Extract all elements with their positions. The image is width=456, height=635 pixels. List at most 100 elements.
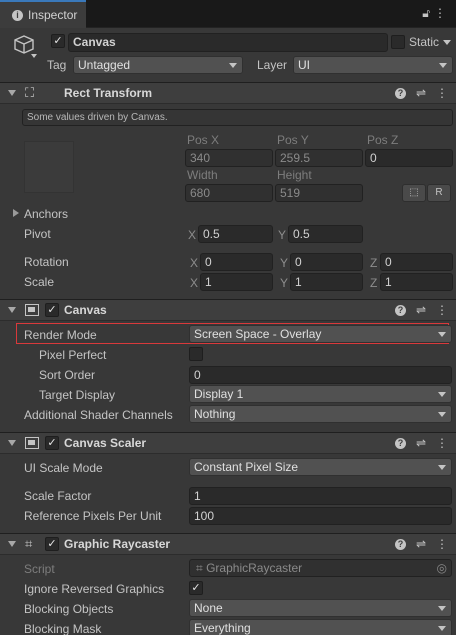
rot-x-label: X bbox=[190, 256, 199, 270]
kebab-menu-icon[interactable]: ⋮ bbox=[434, 6, 450, 20]
shader-channels-dropdown[interactable]: Nothing bbox=[189, 405, 452, 423]
scale-x-field[interactable]: 1 bbox=[200, 273, 273, 291]
graphic-raycaster-header[interactable]: ⌗ ✓ Graphic Raycaster ? ⇌ ⋮ bbox=[0, 533, 456, 555]
rect-transform-header[interactable]: ⛶ Rect Transform ? ⇌ ⋮ bbox=[0, 82, 456, 104]
rot-z-field[interactable]: 0 bbox=[380, 253, 453, 271]
inspector-tab[interactable]: i Inspector bbox=[0, 0, 86, 28]
script-field[interactable]: ⌗ GraphicRaycaster ◎ bbox=[189, 559, 452, 577]
blocking-mask-label: Blocking Mask bbox=[24, 622, 102, 635]
pivot-label: Pivot bbox=[24, 227, 51, 241]
scale-x-label: X bbox=[190, 276, 199, 290]
blueprint-icon: ⬚ bbox=[409, 187, 419, 198]
ignore-reversed-checkbox[interactable]: ✓ bbox=[189, 581, 203, 595]
component-title: Canvas bbox=[64, 303, 107, 317]
canvas-scaler-header[interactable]: ✓ Canvas Scaler ? ⇌ ⋮ bbox=[0, 432, 456, 454]
height-field: 519 bbox=[275, 184, 363, 202]
rot-x-field[interactable]: 0 bbox=[200, 253, 273, 271]
inspector-tab-label: Inspector bbox=[28, 8, 78, 22]
static-label: Static bbox=[409, 35, 440, 49]
active-checkbox[interactable]: ✓ bbox=[51, 34, 65, 48]
presets-icon[interactable]: ⇌ bbox=[416, 86, 426, 100]
pixel-perfect-label: Pixel Perfect bbox=[39, 348, 107, 362]
ignore-reversed-label: Ignore Reversed Graphics bbox=[24, 582, 165, 596]
lock-icon[interactable]: 🔓︎ bbox=[422, 6, 434, 20]
raycaster-enabled-checkbox[interactable]: ✓ bbox=[45, 537, 59, 551]
pivot-x-label: X bbox=[188, 228, 197, 242]
rot-z-label: Z bbox=[370, 256, 378, 270]
kebab-menu-icon[interactable]: ⋮ bbox=[436, 86, 448, 100]
ref-ppu-field[interactable]: 100 bbox=[189, 507, 452, 525]
inspector-tab-bar: i Inspector 🔓︎⋮ bbox=[0, 0, 456, 28]
blueprint-mode-button[interactable]: ⬚ bbox=[402, 184, 426, 202]
sort-order-field[interactable]: 0 bbox=[189, 366, 452, 384]
gameobject-icon-dropdown[interactable] bbox=[31, 54, 37, 58]
presets-icon[interactable]: ⇌ bbox=[416, 537, 426, 551]
collapse-arrow-icon[interactable] bbox=[8, 307, 16, 313]
target-display-dropdown[interactable]: Display 1 bbox=[189, 385, 452, 403]
kebab-menu-icon[interactable]: ⋮ bbox=[436, 537, 448, 551]
pixel-perfect-checkbox[interactable] bbox=[189, 347, 203, 361]
pos-z-field[interactable]: 0 bbox=[365, 149, 453, 167]
scale-z-field[interactable]: 1 bbox=[380, 273, 453, 291]
blocking-objects-dropdown[interactable]: None bbox=[189, 599, 452, 617]
component-title: Rect Transform bbox=[64, 86, 153, 100]
help-icon[interactable]: ? bbox=[394, 88, 406, 99]
static-dropdown-icon[interactable] bbox=[443, 40, 451, 45]
target-display-label: Target Display bbox=[39, 388, 116, 402]
render-mode-label: Render Mode bbox=[24, 328, 97, 342]
rot-y-label: Y bbox=[280, 256, 289, 270]
scale-y-field[interactable]: 1 bbox=[290, 273, 363, 291]
canvas-component-icon bbox=[25, 304, 39, 316]
raw-edit-button[interactable]: R bbox=[427, 184, 451, 202]
pos-z-label: Pos Z bbox=[367, 133, 399, 147]
scale-label: Scale bbox=[24, 275, 55, 289]
help-icon[interactable]: ? bbox=[394, 305, 406, 316]
rect-transform-icon: ⛶ bbox=[25, 85, 35, 100]
blocking-mask-dropdown[interactable]: Everything bbox=[189, 619, 452, 635]
canvas-scaler-enabled-checkbox[interactable]: ✓ bbox=[45, 436, 59, 450]
pos-x-label: Pos X bbox=[187, 133, 220, 147]
help-icon[interactable]: ? bbox=[394, 539, 406, 550]
object-name-field[interactable]: Canvas bbox=[68, 33, 388, 52]
static-checkbox[interactable] bbox=[391, 35, 405, 49]
ui-scale-mode-label: UI Scale Mode bbox=[24, 461, 103, 475]
component-title: Canvas Scaler bbox=[64, 436, 147, 450]
canvas-header[interactable]: ✓ Canvas ? ⇌ ⋮ bbox=[0, 299, 456, 321]
pos-y-label: Pos Y bbox=[277, 133, 309, 147]
shader-channels-label: Additional Shader Channels bbox=[24, 408, 173, 422]
rotation-label: Rotation bbox=[24, 255, 69, 269]
pivot-x-field[interactable]: 0.5 bbox=[198, 225, 273, 243]
scale-factor-label: Scale Factor bbox=[24, 489, 92, 503]
anchor-preset-box[interactable] bbox=[24, 141, 74, 193]
width-label: Width bbox=[187, 168, 218, 182]
render-mode-dropdown[interactable]: Screen Space - Overlay bbox=[189, 325, 452, 343]
presets-icon[interactable]: ⇌ bbox=[416, 303, 426, 317]
component-title: Graphic Raycaster bbox=[64, 537, 171, 551]
layer-label: Layer bbox=[257, 58, 288, 72]
pivot-y-field[interactable]: 0.5 bbox=[288, 225, 363, 243]
layer-dropdown[interactable]: UI bbox=[293, 56, 453, 74]
anchors-foldout-icon[interactable] bbox=[13, 209, 19, 217]
collapse-arrow-icon[interactable] bbox=[8, 90, 16, 96]
rot-y-field[interactable]: 0 bbox=[290, 253, 363, 271]
blocking-objects-label: Blocking Objects bbox=[24, 602, 114, 616]
info-icon: i bbox=[12, 9, 23, 21]
raycaster-icon: ⌗ bbox=[25, 536, 33, 551]
collapse-arrow-icon[interactable] bbox=[8, 440, 16, 446]
ui-scale-mode-dropdown[interactable]: Constant Pixel Size bbox=[189, 458, 452, 476]
presets-icon[interactable]: ⇌ bbox=[416, 436, 426, 450]
scale-y-label: Y bbox=[280, 276, 289, 290]
anchors-label[interactable]: Anchors bbox=[24, 207, 68, 221]
width-field: 680 bbox=[185, 184, 273, 202]
kebab-menu-icon[interactable]: ⋮ bbox=[436, 436, 448, 450]
sort-order-label: Sort Order bbox=[39, 368, 96, 382]
canvas-enabled-checkbox[interactable]: ✓ bbox=[45, 303, 59, 317]
scale-factor-field[interactable]: 1 bbox=[189, 487, 452, 505]
kebab-menu-icon[interactable]: ⋮ bbox=[436, 303, 448, 317]
tag-dropdown[interactable]: Untagged bbox=[73, 56, 243, 74]
help-icon[interactable]: ? bbox=[394, 438, 406, 449]
object-picker-icon[interactable]: ◎ bbox=[437, 560, 447, 576]
collapse-arrow-icon[interactable] bbox=[8, 541, 16, 547]
tag-label: Tag bbox=[47, 58, 67, 72]
driven-info-box: Some values driven by Canvas. bbox=[22, 109, 453, 126]
